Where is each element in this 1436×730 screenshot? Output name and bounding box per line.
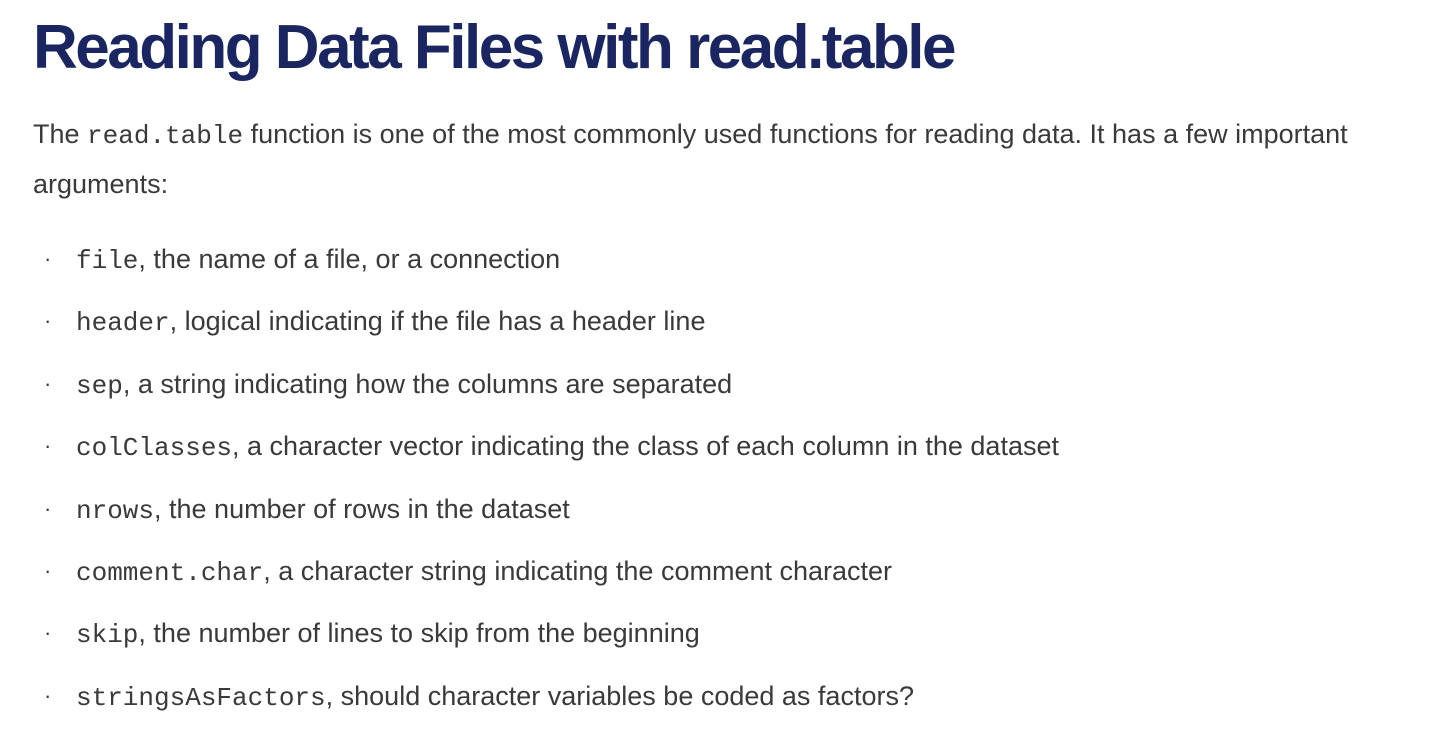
- argument-list: · file, the name of a file, or a connecti…: [0, 228, 1059, 727]
- intro-code: read.table: [87, 121, 244, 151]
- argument-name: skip: [76, 620, 139, 651]
- list-item: · file, the name of a file, or a connecti…: [0, 228, 1059, 290]
- argument-description: , a character string indicating the comm…: [263, 555, 893, 586]
- bullet-icon: ·: [44, 557, 52, 583]
- intro-prefix: The: [33, 119, 88, 149]
- argument-name: header: [76, 308, 170, 339]
- list-item: · nrows, the number of rows in the datase…: [0, 478, 1059, 540]
- intro-paragraph: The read.table function is one of the mo…: [33, 110, 1413, 208]
- list-item: · sep, a string indicating how the column…: [0, 353, 1059, 415]
- argument-name: colClasses: [76, 433, 233, 464]
- list-item: · comment.char, a character string indica…: [0, 540, 1059, 602]
- argument-description: , the number of rows in the dataset: [154, 493, 570, 524]
- argument-description: , the number of lines to skip from the b…: [138, 618, 700, 649]
- bullet-icon: ·: [44, 682, 52, 708]
- argument-description: , a string indicating how the columns ar…: [122, 368, 733, 399]
- bullet-icon: ·: [44, 246, 52, 271]
- list-item: · stringsAsFactors, should character vari…: [0, 665, 1059, 727]
- argument-description: , the name of a file, or a connection: [138, 244, 561, 274]
- argument-description: , a character vector indicating the clas…: [232, 431, 1059, 462]
- argument-name: stringsAsFactors: [76, 682, 326, 713]
- bullet-icon: ·: [44, 620, 52, 646]
- slide-title: Reading Data Files with read.table: [33, 13, 957, 82]
- argument-name: comment.char: [76, 557, 264, 588]
- list-item: · skip, the number of lines to skip from …: [0, 602, 1059, 664]
- argument-description: , logical indicating if the file has a h…: [169, 306, 706, 337]
- bullet-icon: ·: [44, 433, 52, 459]
- argument-name: file: [76, 246, 139, 276]
- bullet-icon: ·: [44, 370, 52, 396]
- slide: Reading Data Files with read.table The r…: [0, 0, 1436, 730]
- bullet-icon: ·: [44, 308, 52, 334]
- argument-name: sep: [76, 370, 123, 401]
- list-item: · colClasses, a character vector indicati…: [0, 415, 1059, 477]
- argument-description: , should character variables be coded as…: [325, 680, 914, 711]
- list-item: · header, logical indicating if the file …: [0, 290, 1059, 352]
- argument-name: nrows: [76, 495, 155, 526]
- bullet-icon: ·: [44, 495, 52, 521]
